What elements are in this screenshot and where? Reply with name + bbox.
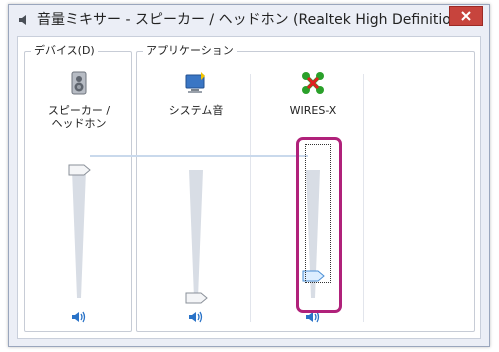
close-icon — [461, 11, 471, 21]
devices-group: デバイス(D) スピーカー / ヘッドホン — [24, 44, 132, 332]
slider-thumb-system-sounds[interactable] — [185, 292, 209, 304]
volume-slider-wires-x[interactable] — [302, 170, 325, 298]
applications-group: アプリケーション システム音 WIRES-X — [136, 44, 475, 332]
speaker-icon — [19, 15, 26, 25]
mute-wires-x-icon[interactable] — [305, 310, 321, 324]
volume-slider-system-sounds[interactable] — [185, 170, 208, 304]
system-sounds-icon[interactable] — [183, 70, 209, 96]
title-bar[interactable]: 音量ミキサー - スピーカー / ヘッドホン (Realtek High Def… — [9, 5, 489, 35]
wires-x-icon[interactable] — [300, 70, 326, 96]
volume-mixer-window: 音量ミキサー - スピーカー / ヘッドホン (Realtek High Def… — [8, 4, 490, 347]
channel-label-system-sounds: システム音 — [168, 104, 224, 117]
channel-divider-2 — [363, 74, 364, 322]
device-volume-level-line — [90, 155, 308, 157]
speaker-device-icon[interactable] — [66, 70, 92, 96]
channel-speakers: スピーカー / ヘッドホン — [29, 52, 129, 332]
channel-divider — [250, 74, 251, 322]
mixer-client-area: デバイス(D) スピーカー / ヘッドホン アプリケーション システム音 WIR… — [17, 36, 481, 339]
channel-system-sounds: システム音 — [146, 52, 246, 332]
volume-slider-speakers[interactable] — [68, 164, 91, 298]
channel-wires-x: WIRES-X — [263, 52, 363, 332]
slider-thumb-wires-x[interactable] — [302, 270, 326, 282]
mute-speaker-icon[interactable] — [71, 310, 87, 324]
slider-thumb-speakers[interactable] — [68, 164, 92, 176]
slider-track-system-sounds — [189, 170, 203, 298]
channel-label-wires-x: WIRES-X — [289, 104, 337, 117]
window-title: 音量ミキサー - スピーカー / ヘッドホン (Realtek High Def… — [37, 12, 449, 28]
close-button[interactable] — [449, 6, 483, 26]
channel-label-speakers: スピーカー / ヘッドホン — [47, 104, 111, 130]
mute-system-sounds-icon[interactable] — [188, 310, 204, 324]
slider-track-speakers — [72, 170, 86, 298]
